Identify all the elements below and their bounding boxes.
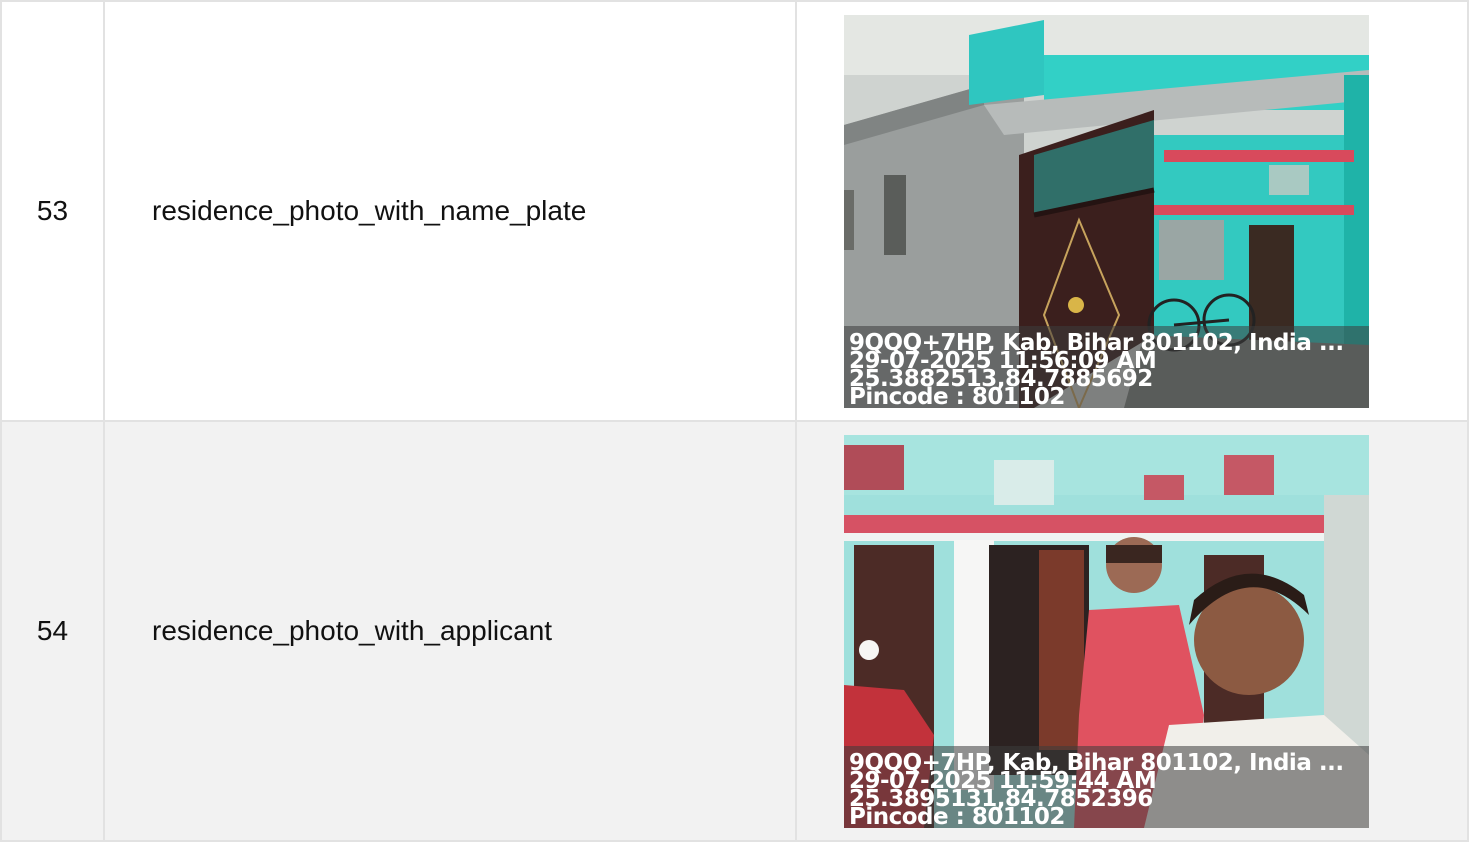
applicant-photo[interactable]: 9QQQ+7HP, Kab, Bihar 801102, India ... 2… — [844, 434, 1369, 828]
row-number: 53 — [0, 0, 105, 422]
documents-table: 53 residence_photo_with_name_plate 9QQQ+… — [0, 0, 1469, 842]
table-row: 54 residence_photo_with_applicant 9QQQ+7… — [0, 420, 1469, 842]
row-number: 54 — [0, 420, 105, 842]
document-label: residence_photo_with_applicant — [103, 420, 797, 842]
document-label: residence_photo_with_name_plate — [103, 0, 797, 422]
photo-cell: 9QQQ+7HP, Kab, Bihar 801102, India ... 2… — [795, 420, 1469, 842]
geo-stamp: 9QQQ+7HP, Kab, Bihar 801102, India ... 2… — [844, 325, 1369, 408]
residence-photo[interactable]: 9QQQ+7HP, Kab, Bihar 801102, India ... 2… — [844, 14, 1369, 408]
geo-stamp: 9QQQ+7HP, Kab, Bihar 801102, India ... 2… — [844, 745, 1369, 828]
table-row: 53 residence_photo_with_name_plate 9QQQ+… — [0, 0, 1469, 422]
photo-cell: 9QQQ+7HP, Kab, Bihar 801102, India ... 2… — [795, 0, 1469, 422]
